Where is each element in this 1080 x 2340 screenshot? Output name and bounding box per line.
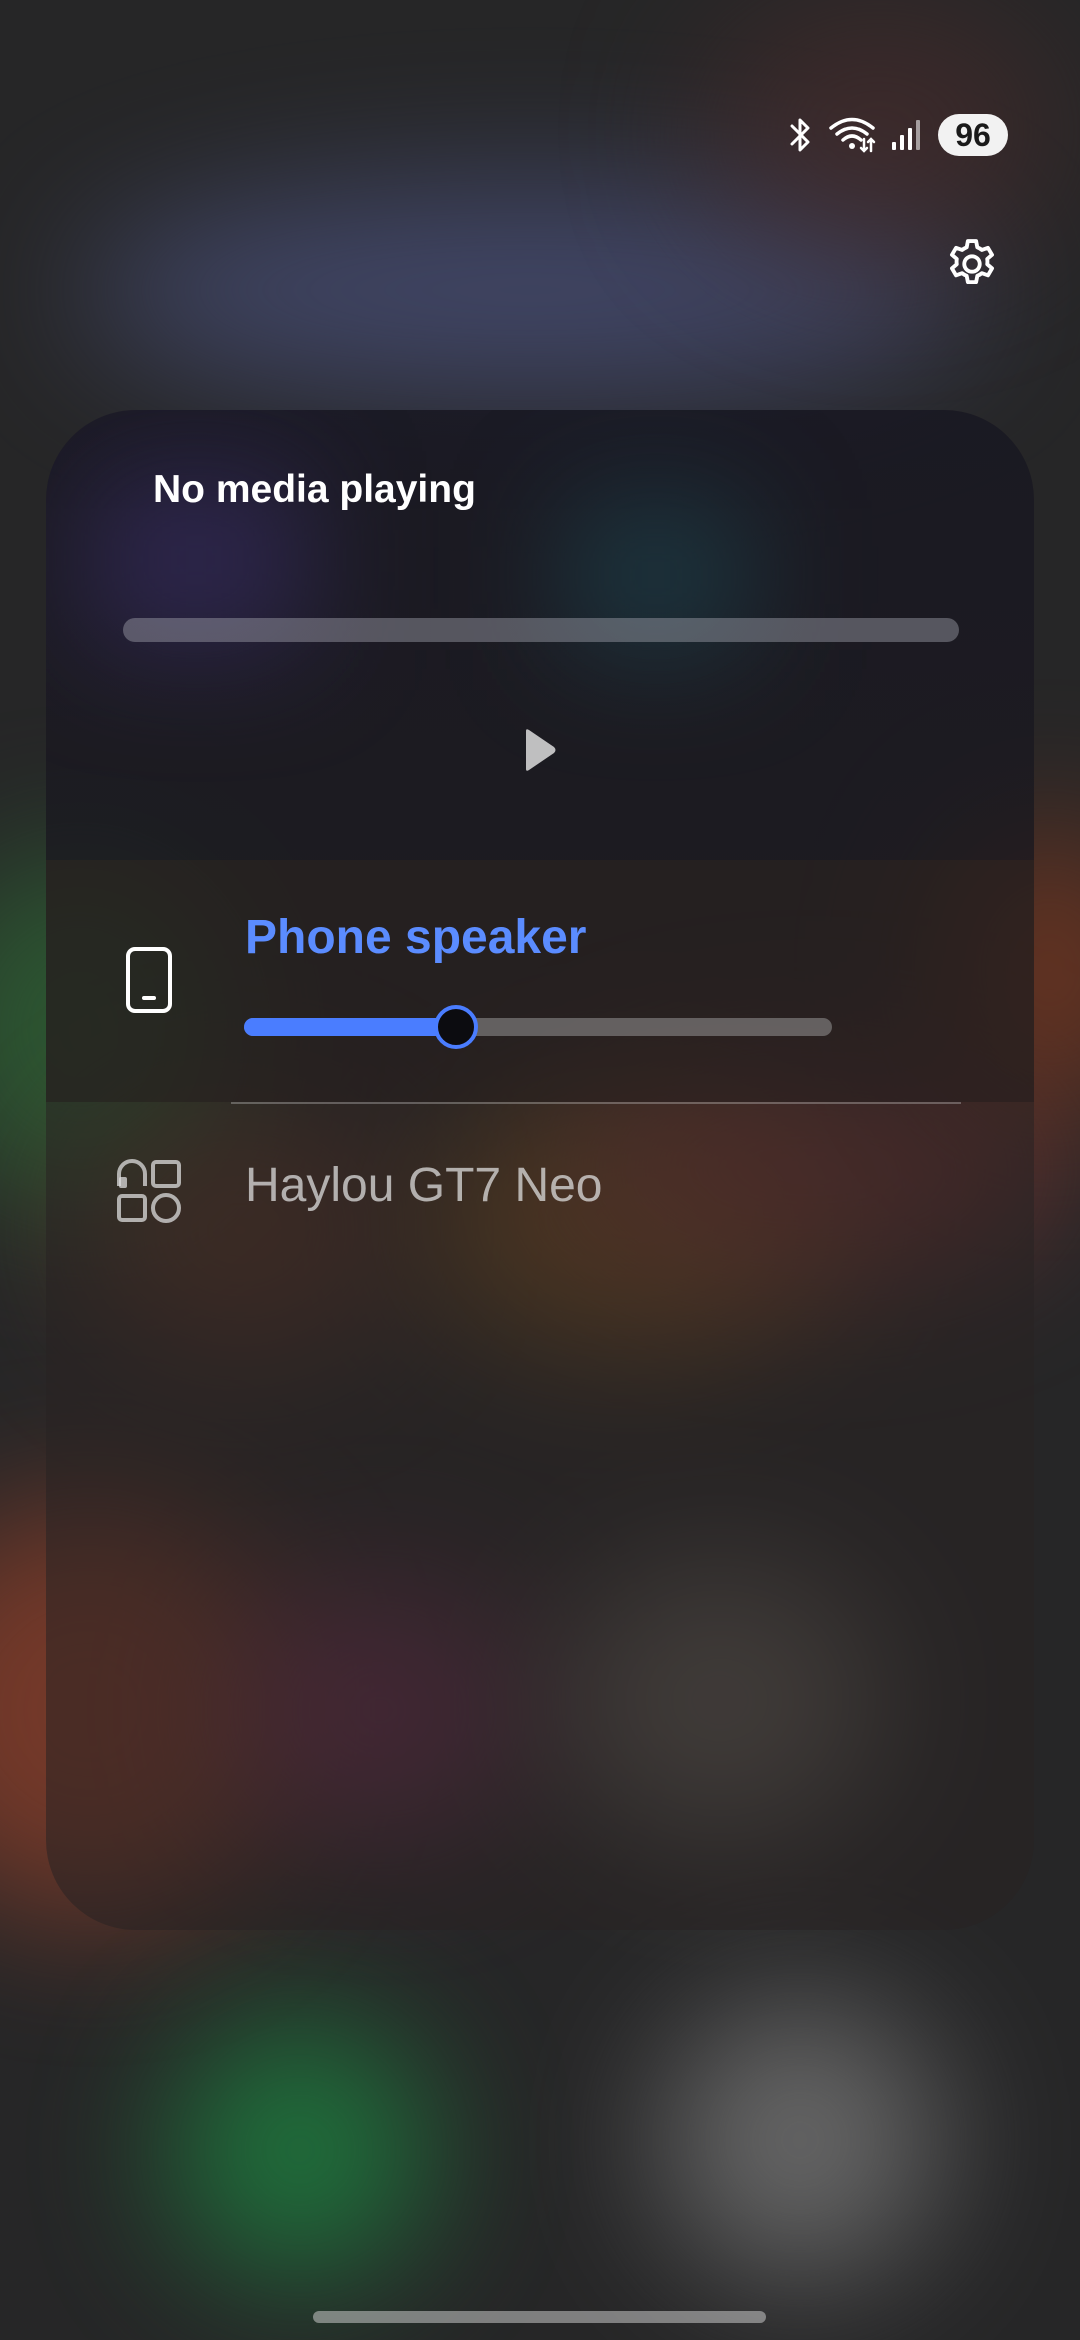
device-row-haylou[interactable]: Haylou GT7 Neo [46, 1104, 1034, 1284]
device-row-phone-speaker[interactable]: Phone speaker [46, 860, 1034, 1102]
wallpaper-blob [170, 2020, 430, 2280]
media-progress-bar[interactable] [123, 618, 959, 642]
media-output-card: No media playing Phone speaker Haylou GT… [46, 410, 1034, 1930]
volume-slider[interactable] [244, 1005, 832, 1049]
device-name-active: Phone speaker [245, 911, 587, 964]
volume-fill [244, 1018, 456, 1036]
play-button[interactable] [520, 726, 560, 774]
gear-icon [950, 239, 994, 285]
cellular-signal-icon [892, 120, 920, 150]
play-icon [526, 729, 556, 771]
media-title: No media playing [153, 468, 476, 511]
device-name: Haylou GT7 Neo [245, 1159, 603, 1212]
watch-apps-icon [117, 1159, 181, 1223]
phone-icon [126, 947, 172, 1013]
volume-thumb[interactable] [433, 1005, 478, 1049]
bluetooth-icon [790, 118, 810, 152]
status-bar: 96 [788, 112, 1008, 158]
output-switcher-screen: 96 No media playing Phone speaker Haylou… [0, 0, 1080, 2340]
media-player: No media playing [46, 410, 1034, 860]
home-indicator[interactable] [313, 2311, 766, 2323]
battery-level: 96 [938, 114, 1008, 156]
settings-button[interactable] [940, 232, 1004, 296]
wifi-icon [829, 117, 876, 153]
wallpaper-blob [660, 2000, 940, 2280]
